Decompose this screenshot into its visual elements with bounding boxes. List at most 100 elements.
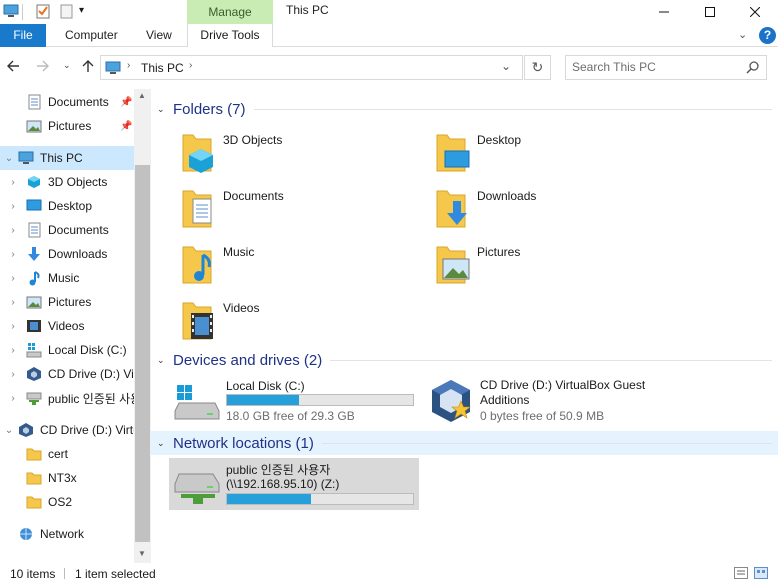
group-header-folders[interactable]: ⌄ Folders (7) (157, 99, 772, 119)
collapse-chevron-icon[interactable]: ⌄ (157, 438, 173, 449)
expand-chevron-icon[interactable]: › (8, 369, 18, 380)
this-pc-icon[interactable] (3, 3, 19, 19)
breadcrumb-this-pc[interactable]: This PC (141, 61, 184, 75)
folder-item-videos[interactable]: Videos (177, 297, 417, 347)
search-box[interactable] (565, 55, 767, 80)
nav-label: Pictures (48, 295, 92, 309)
folder-item-3d-objects[interactable]: 3D Objects (177, 129, 417, 179)
nav-item-network-drive[interactable]: › public 인증된 사용자 (\\192.168.95.10) (Z:) (0, 386, 134, 410)
drive-usage-bar (226, 394, 414, 406)
expand-chevron-icon[interactable]: › (8, 297, 18, 308)
nav-item-desktop[interactable]: › Desktop (0, 194, 134, 218)
videos-icon (26, 318, 42, 334)
music-icon (26, 270, 42, 286)
nav-item-3d-objects[interactable]: › 3D Objects (0, 170, 134, 194)
group-title: Folders (7) (173, 100, 246, 118)
minimize-button[interactable] (641, 0, 687, 24)
search-icon[interactable] (746, 60, 760, 77)
nav-item-local-disk[interactable]: › Local Disk (C:) (0, 338, 134, 362)
address-bar[interactable]: › This PC › ⌄ (100, 55, 523, 80)
tab-view[interactable]: View (146, 24, 172, 47)
nav-item-music[interactable]: › Music (0, 266, 134, 290)
videos-folder-icon (177, 297, 217, 343)
scroll-up-arrow-icon[interactable]: ▲ (138, 91, 146, 100)
network-location-item[interactable]: public 인증된 사용자 (\\192.168.95.10) (Z:) (169, 458, 419, 510)
drive-item-local-disk[interactable]: Local Disk (C:) 18.0 GB free of 29.3 GB (171, 375, 421, 429)
folder-item-downloads[interactable]: Downloads (431, 185, 671, 235)
nav-item-cd-drive[interactable]: › CD Drive (D:) VirtualBox Guest Addition… (0, 362, 134, 386)
nav-item-videos[interactable]: › Videos (0, 314, 134, 338)
help-icon[interactable]: ? (759, 27, 776, 44)
pin-icon[interactable]: 📌 (120, 121, 132, 132)
expand-chevron-icon[interactable]: › (8, 345, 18, 356)
large-icons-view-icon[interactable] (754, 567, 768, 582)
address-history-chevron-icon[interactable]: ⌄ (501, 59, 511, 73)
pin-icon[interactable]: 📌 (120, 97, 132, 108)
scroll-down-arrow-icon[interactable]: ▼ (138, 549, 146, 558)
recent-locations-chevron-icon[interactable]: ⌄ (63, 60, 71, 71)
refresh-button[interactable]: ↻ (524, 55, 551, 80)
nav-item-pictures[interactable]: › Pictures (0, 290, 134, 314)
group-header-drives[interactable]: ⌄ Devices and drives (2) (157, 350, 772, 370)
nav-cd-folder-os2[interactable]: OS2 (0, 490, 134, 514)
content-pane: ⌄ Folders (7) 3D Objects Desktop Documen… (151, 89, 778, 563)
nav-quick-pictures[interactable]: Pictures 📌 (0, 114, 134, 138)
address-row: ⌄ › This PC › ⌄ ↻ (0, 47, 778, 89)
collapse-chevron-icon[interactable]: ⌄ (157, 355, 173, 366)
back-arrow-icon[interactable] (6, 59, 20, 77)
breadcrumb-separator-icon[interactable]: › (189, 60, 192, 71)
expand-chevron-icon[interactable]: › (8, 273, 18, 284)
manage-context-tab[interactable]: Manage (187, 0, 273, 24)
nav-label: This PC (40, 151, 83, 165)
expand-chevron-icon[interactable]: › (8, 201, 18, 212)
nav-item-downloads[interactable]: › Downloads (0, 242, 134, 266)
collapse-chevron-icon[interactable]: ⌄ (0, 153, 18, 164)
collapse-chevron-icon[interactable]: ⌄ (157, 104, 173, 115)
expand-chevron-icon[interactable]: › (8, 321, 18, 332)
nav-scrollbar[interactable]: ▲ ▼ (134, 89, 151, 563)
expand-ribbon-chevron-icon[interactable]: ⌄ (738, 28, 747, 41)
expand-chevron-icon[interactable]: › (8, 225, 18, 236)
expand-chevron-icon[interactable]: › (8, 249, 18, 260)
maximize-button[interactable] (687, 0, 733, 24)
forward-arrow-icon[interactable] (36, 59, 50, 77)
expand-chevron-icon[interactable]: › (8, 177, 18, 188)
cd-drive-icon (26, 366, 42, 382)
nav-label: cert (48, 447, 69, 461)
folder-item-music[interactable]: Music (177, 241, 417, 291)
nav-cd-drive[interactable]: ⌄ CD Drive (D:) VirtualBox Guest Additio… (0, 418, 134, 442)
navigation-pane: Documents 📌 Pictures 📌 ⌄ This PC › 3D Obj… (0, 89, 150, 563)
search-input[interactable] (572, 60, 732, 74)
scroll-thumb[interactable] (135, 165, 150, 542)
nav-label: Pictures (48, 119, 92, 133)
ribbon-tab-bar: File Computer View Drive Tools ⌄ ? (0, 24, 778, 47)
close-button[interactable] (732, 0, 778, 24)
details-view-icon[interactable] (734, 567, 748, 582)
up-arrow-icon[interactable] (81, 59, 95, 77)
group-header-network[interactable]: ⌄ Network locations (1) (157, 433, 772, 453)
nav-label: Documents (48, 223, 109, 237)
properties-icon[interactable] (35, 3, 51, 19)
collapse-chevron-icon[interactable]: ⌄ (0, 425, 18, 436)
nav-this-pc[interactable]: ⌄ This PC (0, 146, 134, 170)
expand-chevron-icon[interactable]: › (8, 393, 18, 404)
nav-cd-folder-nt3x[interactable]: NT3x (0, 466, 134, 490)
customize-quick-access-icon[interactable]: ▾ (79, 3, 95, 19)
drive-name: CD Drive (D:) VirtualBox Guest (480, 378, 646, 392)
folder-item-pictures[interactable]: Pictures (431, 241, 671, 291)
title-bar: ▾ Manage This PC (0, 0, 778, 24)
breadcrumb-separator-icon[interactable]: › (127, 60, 130, 71)
new-folder-icon[interactable] (59, 3, 75, 19)
folder-item-desktop[interactable]: Desktop (431, 129, 671, 179)
nav-network[interactable]: Network (0, 522, 134, 546)
folder-item-documents[interactable]: Documents (177, 185, 417, 235)
tab-computer[interactable]: Computer (65, 24, 118, 47)
nav-label: Downloads (48, 247, 108, 261)
nav-item-documents[interactable]: › Documents (0, 218, 134, 242)
nav-cd-folder-cert[interactable]: cert (0, 442, 134, 466)
drive-item-cd-drive[interactable]: CD Drive (D:) VirtualBox Guest Additions… (425, 375, 665, 429)
tab-drive-tools[interactable]: Drive Tools (187, 24, 273, 47)
tab-file[interactable]: File (0, 24, 46, 47)
nav-quick-documents[interactable]: Documents 📌 (0, 90, 134, 114)
drive-free-space: 18.0 GB free of 29.3 GB (226, 409, 355, 423)
